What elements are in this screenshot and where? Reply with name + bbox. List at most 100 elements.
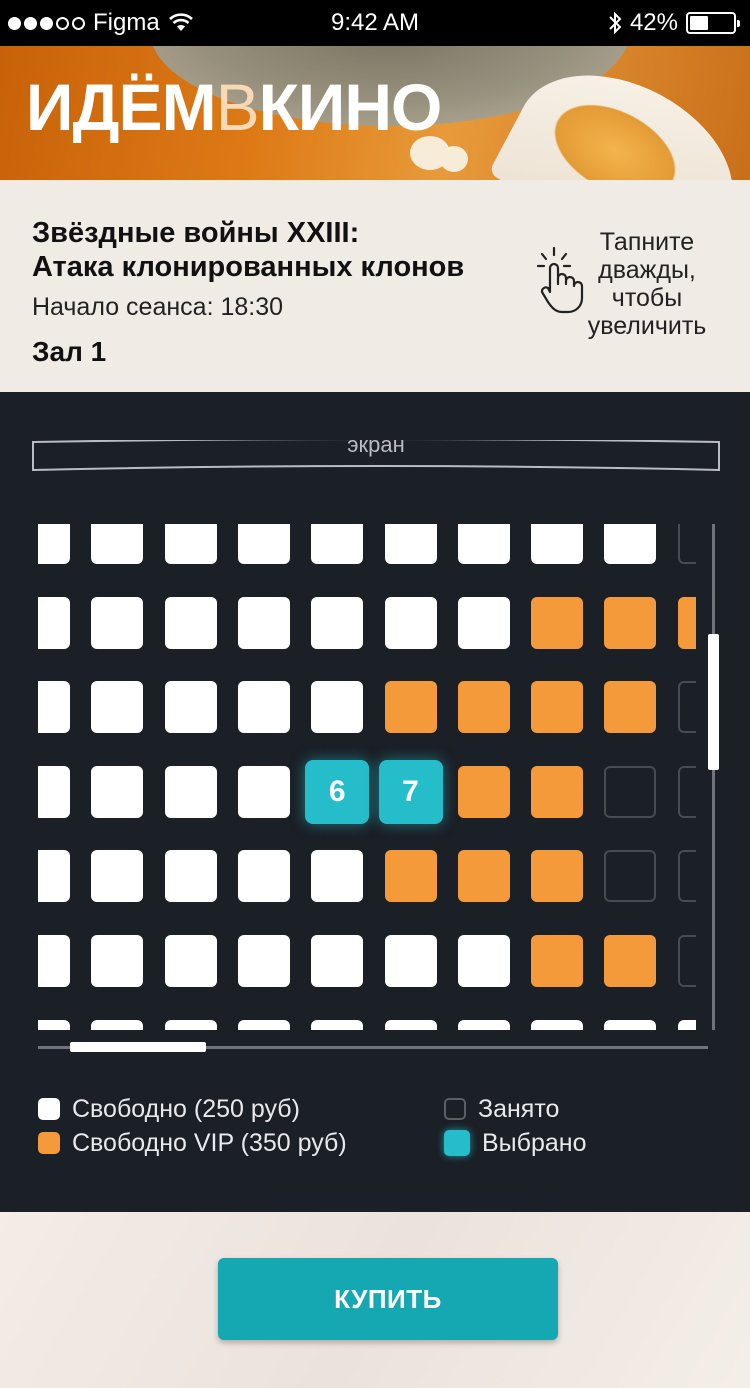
seat-free[interactable] <box>457 596 510 649</box>
status-bar: Figma 9:42 AM 42% <box>0 0 750 46</box>
seat-number: 7 <box>402 774 419 808</box>
seat-selected[interactable]: 6 <box>305 759 370 824</box>
hall-name: Зал 1 <box>32 336 107 367</box>
seat-taken <box>677 850 696 903</box>
seat-free[interactable] <box>38 524 70 564</box>
legend-taken-label: Занято <box>478 1094 560 1123</box>
legend-taken: Занято <box>444 1092 586 1126</box>
seat-free[interactable] <box>237 765 290 818</box>
seat-free[interactable] <box>91 524 144 564</box>
header-banner: ИДЁМВКИНО <box>0 46 750 180</box>
legend-free-label: Свободно (250 руб) <box>72 1094 300 1123</box>
seat-free[interactable] <box>677 1019 696 1030</box>
seat-free[interactable] <box>311 1019 364 1030</box>
seat-free[interactable] <box>91 1019 144 1030</box>
seat-free[interactable] <box>457 524 510 564</box>
seat-vip[interactable] <box>531 765 584 818</box>
seat-selected[interactable]: 7 <box>378 759 443 824</box>
seat-vip[interactable] <box>531 681 584 734</box>
seat-vip[interactable] <box>531 935 584 987</box>
seat-free[interactable] <box>38 1019 70 1030</box>
seat-free[interactable] <box>237 596 290 649</box>
seat-free[interactable] <box>237 935 290 987</box>
vertical-scrollbar-thumb[interactable] <box>708 634 719 770</box>
seat-vip[interactable] <box>457 681 510 734</box>
seat-free[interactable] <box>311 524 364 564</box>
screen-label: экран <box>347 432 405 457</box>
seat-vip[interactable] <box>604 596 657 649</box>
movie-title-line-1: Звёздные войны XXIII: <box>32 217 360 249</box>
seat-free[interactable] <box>384 596 437 649</box>
seat-free[interactable] <box>604 524 657 564</box>
selected-seat-swatch <box>444 1130 470 1156</box>
seat-vip[interactable] <box>531 850 584 903</box>
seat-free[interactable] <box>237 681 290 734</box>
logo-part-2: В <box>215 70 260 144</box>
seat-taken <box>604 765 657 818</box>
seat-vip[interactable] <box>457 850 510 903</box>
session-start-time: Начало сеанса: 18:30 <box>32 293 284 321</box>
seat-vip[interactable] <box>384 681 437 734</box>
legend-free: Свободно (250 руб) <box>38 1092 347 1126</box>
legend-selected: Выбрано <box>444 1126 586 1160</box>
seat-free[interactable] <box>531 524 584 564</box>
seat-free[interactable] <box>91 681 144 734</box>
seat-taken <box>677 524 696 564</box>
seat-free[interactable] <box>164 935 217 987</box>
seat-vip[interactable] <box>457 765 510 818</box>
seat-free[interactable] <box>164 681 217 734</box>
movie-title: Звёздные войны XXIII: Атака клонированны… <box>32 216 464 284</box>
seat-vip[interactable] <box>677 596 696 649</box>
vertical-scrollbar-track[interactable] <box>712 524 715 1030</box>
seat-free[interactable] <box>164 524 217 564</box>
bluetooth-icon <box>609 11 622 35</box>
seat-free[interactable] <box>91 596 144 649</box>
battery-icon <box>686 12 740 34</box>
seat-vip[interactable] <box>604 681 657 734</box>
seat-free[interactable] <box>91 850 144 903</box>
seat-free[interactable] <box>164 850 217 903</box>
buy-button[interactable]: КУПИТЬ <box>218 1258 558 1340</box>
zoom-hint-text: Тапните дважды, чтобы увеличить <box>587 228 707 340</box>
battery-percent: 42% <box>629 9 678 36</box>
horizontal-scrollbar-thumb[interactable] <box>70 1042 206 1052</box>
seat-free[interactable] <box>384 935 437 987</box>
seat-free[interactable] <box>164 765 217 818</box>
seat-free[interactable] <box>311 935 364 987</box>
seat-free[interactable] <box>38 765 70 818</box>
seat-free[interactable] <box>311 681 364 734</box>
seat-taken <box>604 850 657 903</box>
seat-free[interactable] <box>237 1019 290 1030</box>
legend-selected-label: Выбрано <box>482 1128 587 1157</box>
cinema-screen: экран <box>32 432 720 472</box>
seat-free[interactable] <box>38 596 70 649</box>
movie-title-line-2: Атака клонированных клонов <box>32 251 465 283</box>
seat-free[interactable] <box>91 935 144 987</box>
seat-free[interactable] <box>164 1019 217 1030</box>
seat-free[interactable] <box>91 765 144 818</box>
seat-grid[interactable]: 67 <box>38 524 696 1030</box>
seat-vip[interactable] <box>531 596 584 649</box>
seat-vip[interactable] <box>604 935 657 987</box>
seat-taken <box>677 765 696 818</box>
seat-free[interactable] <box>38 681 70 734</box>
popcorn-image <box>440 146 468 172</box>
vip-seat-swatch <box>38 1132 60 1154</box>
seat-free[interactable] <box>164 596 217 649</box>
app-logo[interactable]: ИДЁМВКИНО <box>26 74 442 140</box>
seat-free[interactable] <box>311 850 364 903</box>
seat-free[interactable] <box>384 1019 437 1030</box>
seat-free[interactable] <box>604 1019 657 1030</box>
seat-free[interactable] <box>38 850 70 903</box>
seat-free[interactable] <box>311 596 364 649</box>
seat-free[interactable] <box>384 524 437 564</box>
seat-free[interactable] <box>237 524 290 564</box>
seat-vip[interactable] <box>384 850 437 903</box>
seat-free[interactable] <box>457 1019 510 1030</box>
seat-free[interactable] <box>457 935 510 987</box>
seat-free[interactable] <box>237 850 290 903</box>
seat-free[interactable] <box>531 1019 584 1030</box>
free-seat-swatch <box>38 1098 60 1120</box>
seat-map[interactable]: экран 67 Свободно (250 руб) Свободно VIP… <box>0 392 750 1212</box>
seat-free[interactable] <box>38 935 70 987</box>
